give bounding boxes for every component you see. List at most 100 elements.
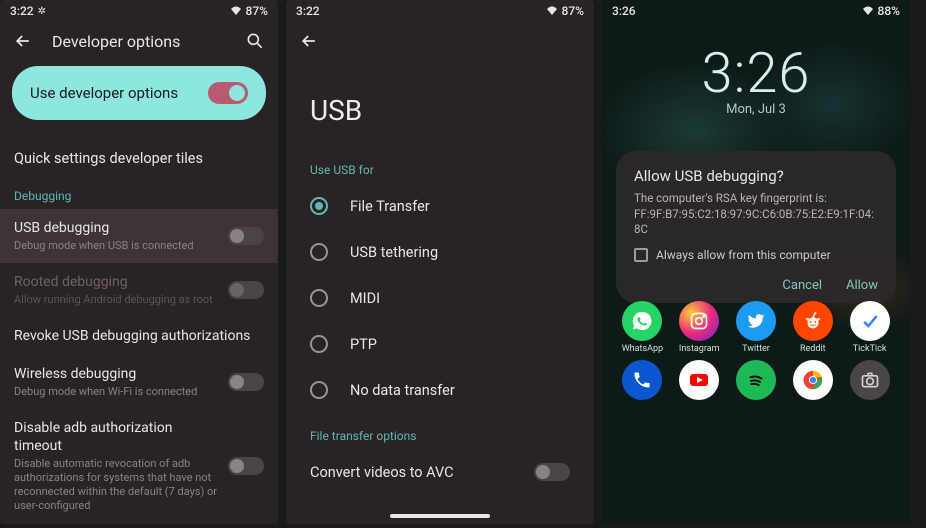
usb-debugging-switch[interactable] — [228, 227, 264, 245]
back-button[interactable] — [298, 30, 320, 52]
instagram-icon — [679, 301, 719, 341]
use-developer-options-label: Use developer options — [30, 84, 178, 102]
allow-button[interactable]: Allow — [846, 278, 878, 293]
home-handle[interactable] — [390, 514, 490, 518]
usb-mode-tethering[interactable]: USB tethering — [286, 229, 594, 275]
usb-preferences-screen: 3:22 87% USB Use USB for File Transfer U… — [286, 0, 594, 524]
status-bar: 3:26 88% — [602, 0, 910, 20]
convert-videos-avc-label: Convert videos to AVC — [310, 464, 454, 481]
no-data-label: No data transfer — [350, 382, 455, 399]
revoke-authorizations-row[interactable]: Revoke USB debugging authorizations — [0, 317, 278, 355]
status-time: 3:26 — [612, 4, 636, 18]
rooted-debugging-row: Rooted debugging Allow running Android d… — [0, 263, 278, 317]
home-app-grid: WhatsApp Instagram Twitter Reddit — [602, 295, 910, 403]
radio-ptp[interactable] — [310, 335, 328, 353]
debugging-section-label: Debugging — [0, 179, 278, 209]
app-label: TickTick — [853, 344, 887, 354]
always-allow-row[interactable]: Always allow from this computer — [634, 248, 878, 262]
back-button[interactable] — [12, 30, 34, 52]
page-title: Developer options — [52, 32, 180, 51]
wireless-debugging-subtitle: Debug mode when Wi-Fi is connected — [14, 385, 218, 399]
rooted-debugging-switch — [228, 281, 264, 299]
app-phone[interactable] — [616, 360, 668, 403]
lock-screen-usb-dialog: 3:26 88% 3:26 Mon, Jul 3 Allow USB debug… — [602, 0, 910, 524]
usb-mode-midi[interactable]: MIDI — [286, 275, 594, 321]
search-button[interactable] — [244, 30, 266, 52]
reddit-icon — [793, 301, 833, 341]
app-label: WhatsApp — [622, 344, 663, 354]
status-time: 3:22 — [10, 4, 34, 18]
ticktick-icon — [850, 301, 890, 341]
header-bar: Developer options — [0, 20, 278, 66]
chrome-icon — [793, 360, 833, 400]
app-label: Twitter — [742, 344, 770, 354]
app-chrome[interactable] — [787, 360, 839, 403]
convert-videos-avc-switch[interactable] — [534, 463, 570, 481]
lock-clock: 3:26 Mon, Jul 3 — [602, 20, 910, 117]
radio-no-data[interactable] — [310, 381, 328, 399]
sun-icon: ✲ — [38, 6, 46, 17]
disable-adb-timeout-row[interactable]: Disable adb authorization timeout Disabl… — [0, 409, 278, 522]
twitter-icon — [736, 301, 776, 341]
dialog-body-line1: The computer's RSA key fingerprint is: — [634, 191, 878, 207]
usb-mode-no-data[interactable]: No data transfer — [286, 367, 594, 413]
always-allow-checkbox[interactable] — [634, 248, 648, 262]
wifi-icon — [230, 5, 242, 17]
rooted-debugging-title: Rooted debugging — [14, 273, 218, 291]
app-spotify[interactable] — [730, 360, 782, 403]
disable-adb-timeout-subtitle: Disable automatic revocation of adb auth… — [14, 457, 218, 512]
always-allow-label: Always allow from this computer — [656, 248, 831, 262]
usb-debugging-subtitle: Debug mode when USB is connected — [14, 239, 218, 253]
usb-debugging-row[interactable]: USB debugging Debug mode when USB is con… — [0, 209, 278, 263]
lock-time: 3:26 — [602, 40, 910, 106]
ptp-label: PTP — [350, 336, 377, 353]
use-usb-for-label: Use USB for — [286, 147, 594, 183]
status-bar: 3:22 87% — [286, 0, 594, 20]
app-twitter[interactable]: Twitter — [730, 301, 782, 354]
rooted-debugging-subtitle: Allow running Android debugging as root — [14, 293, 218, 307]
wireless-debugging-row[interactable]: Wireless debugging Debug mode when Wi-Fi… — [0, 355, 278, 409]
dialog-fingerprint: FF:9F:B7:95:C2:18:97:9C:C6:0B:75:E2:E9:1… — [634, 207, 878, 238]
revoke-authorizations-title: Revoke USB debugging authorizations — [14, 327, 264, 345]
status-battery: 87% — [562, 4, 584, 18]
app-ticktick[interactable]: TickTick — [844, 301, 896, 354]
usb-mode-file-transfer[interactable]: File Transfer — [286, 183, 594, 229]
quick-settings-tiles-row[interactable]: Quick settings developer tiles — [0, 138, 278, 179]
app-youtube[interactable] — [673, 360, 725, 403]
lock-date: Mon, Jul 3 — [602, 102, 910, 117]
status-bar: 3:22 ✲ 87% — [0, 0, 278, 20]
midi-label: MIDI — [350, 290, 380, 307]
app-reddit[interactable]: Reddit — [787, 301, 839, 354]
file-transfer-options-label: File transfer options — [286, 413, 594, 449]
allow-usb-debugging-dialog: Allow USB debugging? The computer's RSA … — [616, 151, 896, 303]
use-developer-options-card[interactable]: Use developer options — [12, 66, 266, 120]
whatsapp-icon — [622, 301, 662, 341]
disable-adb-timeout-switch[interactable] — [228, 457, 264, 475]
cancel-button[interactable]: Cancel — [782, 278, 822, 293]
app-label: Reddit — [800, 344, 826, 354]
wireless-debugging-switch[interactable] — [228, 373, 264, 391]
page-title: USB — [286, 66, 594, 147]
app-instagram[interactable]: Instagram — [673, 301, 725, 354]
use-developer-options-toggle[interactable] — [208, 82, 248, 104]
header-bar — [286, 20, 594, 66]
status-battery: 88% — [878, 4, 900, 18]
usb-debugging-title: USB debugging — [14, 219, 218, 237]
radio-file-transfer[interactable] — [310, 197, 328, 215]
radio-tethering[interactable] — [310, 243, 328, 261]
convert-videos-avc-row[interactable]: Convert videos to AVC — [286, 449, 594, 495]
usb-mode-ptp[interactable]: PTP — [286, 321, 594, 367]
developer-options-screen: 3:22 ✲ 87% Developer options Use develop… — [0, 0, 278, 524]
wifi-icon — [546, 5, 558, 17]
app-camera[interactable] — [844, 360, 896, 403]
status-time: 3:22 — [296, 4, 320, 18]
wifi-icon — [862, 5, 874, 17]
app-label: Instagram — [679, 344, 720, 354]
file-transfer-label: File Transfer — [350, 198, 430, 215]
youtube-icon — [679, 360, 719, 400]
app-whatsapp[interactable]: WhatsApp — [616, 301, 668, 354]
dialog-title: Allow USB debugging? — [634, 167, 878, 185]
radio-midi[interactable] — [310, 289, 328, 307]
disable-adb-timeout-title: Disable adb authorization timeout — [14, 419, 218, 455]
phone-icon — [622, 360, 662, 400]
